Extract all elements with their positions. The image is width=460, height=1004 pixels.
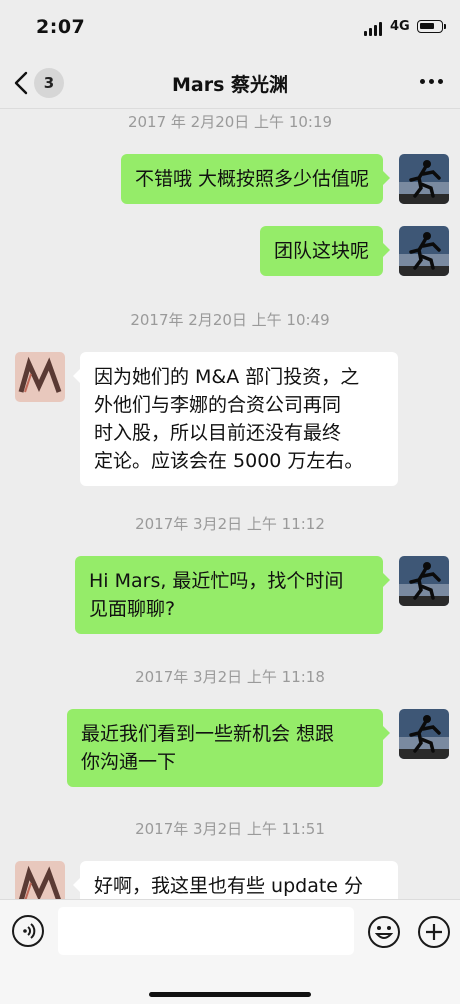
- message-bubble-sent[interactable]: 团队这块呢: [259, 226, 391, 276]
- emoji-button[interactable]: [367, 915, 401, 949]
- contact-avatar[interactable]: [15, 352, 65, 402]
- jumper-silhouette-icon: [399, 226, 449, 276]
- mw-logo-icon: [15, 861, 65, 900]
- home-indicator[interactable]: [149, 992, 311, 997]
- message-bubble-sent[interactable]: Hi Mars, 最近忙吗，找个时间 见面聊聊?: [75, 556, 390, 634]
- my-avatar[interactable]: [399, 556, 449, 606]
- jumper-silhouette-icon: [399, 154, 449, 204]
- jumper-silhouette-icon: [399, 709, 449, 759]
- message-text: 见面聊聊?: [89, 598, 176, 620]
- message-text: 最近我们看到一些新机会 想跟: [81, 723, 335, 745]
- timestamp: 2017年 3月2日 上午 11:18: [135, 668, 325, 686]
- status-bar: 2:07 4G: [0, 0, 460, 56]
- message-bubble-received[interactable]: 好啊，我这里也有些 update 分: [73, 861, 398, 900]
- more-icon: [419, 78, 425, 84]
- jumper-silhouette-icon: [399, 556, 449, 606]
- timestamp: 2017年 3月2日 上午 11:51: [135, 820, 325, 838]
- battery-icon: [417, 20, 446, 33]
- message-text: 你沟通一下: [81, 751, 177, 773]
- message-text: 不错哦 大概按照多少估值呢: [134, 168, 369, 190]
- message-text: 团队这块呢: [273, 240, 369, 262]
- more-actions-button[interactable]: [417, 915, 451, 949]
- contact-name: Mars 蔡光渊: [171, 74, 289, 96]
- message-text: 好啊，我这里也有些 update 分: [94, 875, 364, 897]
- timestamp: 2017年 3月2日 上午 11:12: [135, 515, 325, 533]
- my-avatar[interactable]: [399, 154, 449, 204]
- message-text: 定论。应该会在 5000 万左右。: [94, 450, 364, 472]
- message-bubble-sent[interactable]: 最近我们看到一些新机会 想跟 你沟通一下: [67, 709, 390, 787]
- signal-icon: [364, 22, 384, 36]
- message-input[interactable]: [58, 907, 354, 955]
- my-avatar[interactable]: [399, 709, 449, 759]
- message-text: Hi Mars, 最近忙吗，找个时间: [89, 570, 344, 592]
- network-type: 4G: [390, 19, 410, 34]
- my-avatar[interactable]: [399, 226, 449, 276]
- input-bar: [0, 899, 460, 1004]
- message-text: 时入股，所以目前还没有最终: [94, 422, 342, 444]
- chat-header: 3 Mars 蔡光渊: [0, 56, 460, 109]
- timestamp: 2017年 2月20日 上午 10:49: [130, 311, 330, 329]
- voice-input-button[interactable]: [12, 915, 44, 947]
- message-bubble-sent[interactable]: 不错哦 大概按照多少估值呢: [120, 154, 391, 204]
- message-list[interactable]: 2017 年 2月20日 上午 10:19 不错哦 大概按照多少估值呢 团队这块…: [0, 109, 460, 900]
- voice-icon: [23, 923, 36, 939]
- timestamp: 2017 年 2月20日 上午 10:19: [127, 113, 333, 131]
- message-text: 因为她们的 M&A 部门投资，之: [94, 366, 360, 388]
- mw-logo-icon: [15, 352, 65, 402]
- more-options-button[interactable]: [414, 66, 448, 96]
- clock: 2:07: [36, 16, 86, 38]
- message-bubble-received[interactable]: 因为她们的 M&A 部门投资，之 外他们与李娜的合资公司再同 时入股，所以目前还…: [73, 352, 398, 486]
- message-text: 外他们与李娜的合资公司再同: [94, 394, 342, 416]
- contact-avatar[interactable]: [15, 861, 65, 900]
